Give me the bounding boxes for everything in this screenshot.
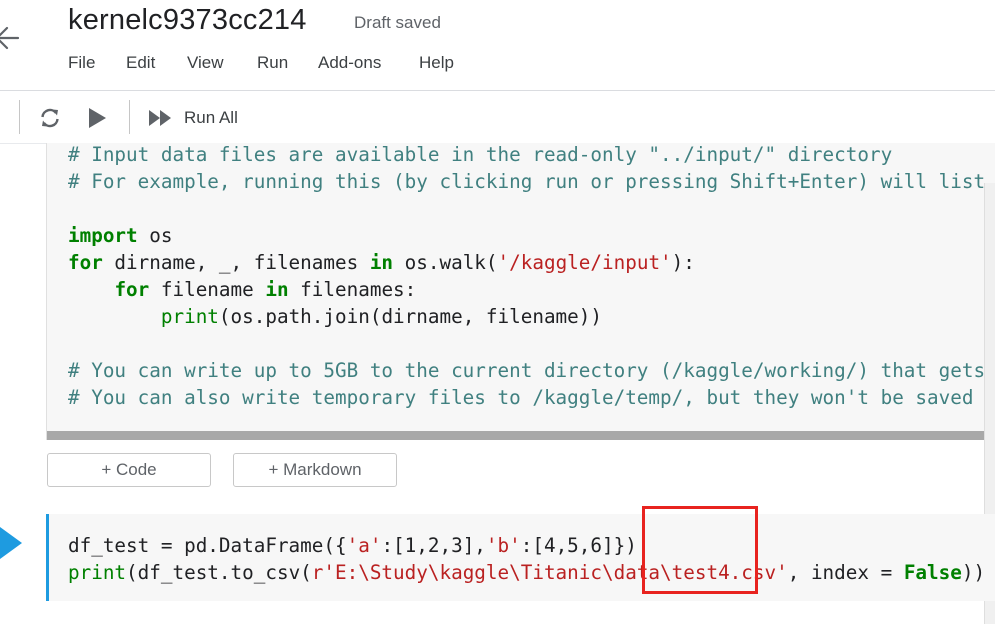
menu-help[interactable]: Help: [419, 53, 454, 73]
code-line: # For example, running this (by clicking…: [68, 168, 995, 195]
code-token: df_test = pd.DataFrame({: [68, 534, 347, 557]
code-cell-2[interactable]: df_test = pd.DataFrame({'a':[1,2,3],'b':…: [46, 514, 995, 601]
code-line: print(os.path.join(dirname, filename)): [68, 303, 995, 330]
toolbar-separator: [129, 100, 130, 134]
code-token: (os.path.join(dirname, filename)): [218, 305, 602, 328]
back-arrow-icon[interactable]: [0, 22, 24, 54]
code-token: import: [68, 224, 138, 247]
code-token: :[4,5,6]}): [520, 534, 637, 557]
annotation-highlight-box: [642, 506, 758, 594]
code-line: for filename in filenames:: [68, 276, 995, 303]
menu-run[interactable]: Run: [257, 53, 288, 73]
code-token: in: [265, 278, 289, 301]
active-cell-indicator-icon: [0, 527, 22, 559]
code-token: os: [137, 224, 173, 247]
notebook-title[interactable]: kernelc9373cc214: [68, 4, 307, 37]
code-token: # You can also write temporary files to …: [68, 386, 995, 409]
run-all-icon[interactable]: [148, 109, 174, 127]
code-token: '/kaggle/input': [497, 251, 672, 274]
code-token: dirname, _, filenames: [102, 251, 370, 274]
horizontal-scrollbar[interactable]: [47, 431, 995, 440]
code-token: filename: [149, 278, 266, 301]
code-token: 'b': [485, 534, 521, 557]
run-cell-icon[interactable]: [86, 106, 108, 130]
code-line: # You can also write temporary files to …: [68, 384, 995, 411]
code-token: )): [961, 561, 986, 584]
code-token: filenames:: [288, 278, 417, 301]
toolbar-separator: [19, 100, 20, 134]
code-token: ):: [671, 251, 695, 274]
menu-file[interactable]: File: [68, 53, 95, 73]
menu-edit[interactable]: Edit: [126, 53, 155, 73]
code-line: # You can write up to 5GB to the current…: [68, 357, 995, 384]
restart-refresh-icon[interactable]: [38, 106, 62, 130]
code-token: , index =: [787, 561, 904, 584]
code-token: :[1,2,3],: [381, 534, 486, 557]
code-token: os.walk(: [393, 251, 498, 274]
code-editor[interactable]: # Input data files are available in the …: [68, 143, 995, 411]
code-token: (df_test.to_csv(: [126, 561, 312, 584]
add-markdown-cell-button[interactable]: + Markdown: [233, 453, 397, 487]
code-token: False: [903, 561, 962, 584]
menu-view[interactable]: View: [187, 53, 224, 73]
code-editor[interactable]: df_test = pd.DataFrame({'a':[1,2,3],'b':…: [68, 532, 985, 586]
code-token: in: [369, 251, 394, 274]
code-token: # For example, running this (by clicking…: [68, 170, 986, 193]
menu-add-ons[interactable]: Add-ons: [318, 53, 381, 73]
save-status: Draft saved: [354, 13, 441, 32]
code-token: print: [160, 305, 219, 328]
code-token: print: [68, 561, 127, 584]
code-line: import os: [68, 222, 995, 249]
code-token: # Input data files are available in the …: [68, 143, 893, 166]
code-token: for: [114, 278, 150, 301]
code-token: 'a': [346, 534, 382, 557]
code-line: print(df_test.to_csv(r'E:\Study\kaggle\T…: [68, 559, 985, 586]
code-cell-1[interactable]: # Input data files are available in the …: [46, 143, 995, 440]
code-line: for dirname, _, filenames in os.walk('/k…: [68, 249, 995, 276]
code-line: # Input data files are available in the …: [68, 143, 995, 168]
add-code-cell-button[interactable]: + Code: [47, 453, 211, 487]
code-token: for: [68, 251, 103, 274]
code-token: # You can write up to 5GB to the current…: [68, 359, 986, 382]
header-divider: [0, 90, 995, 91]
code-line: df_test = pd.DataFrame({'a':[1,2,3],'b':…: [68, 532, 985, 559]
run-all-button[interactable]: Run All: [184, 108, 238, 128]
